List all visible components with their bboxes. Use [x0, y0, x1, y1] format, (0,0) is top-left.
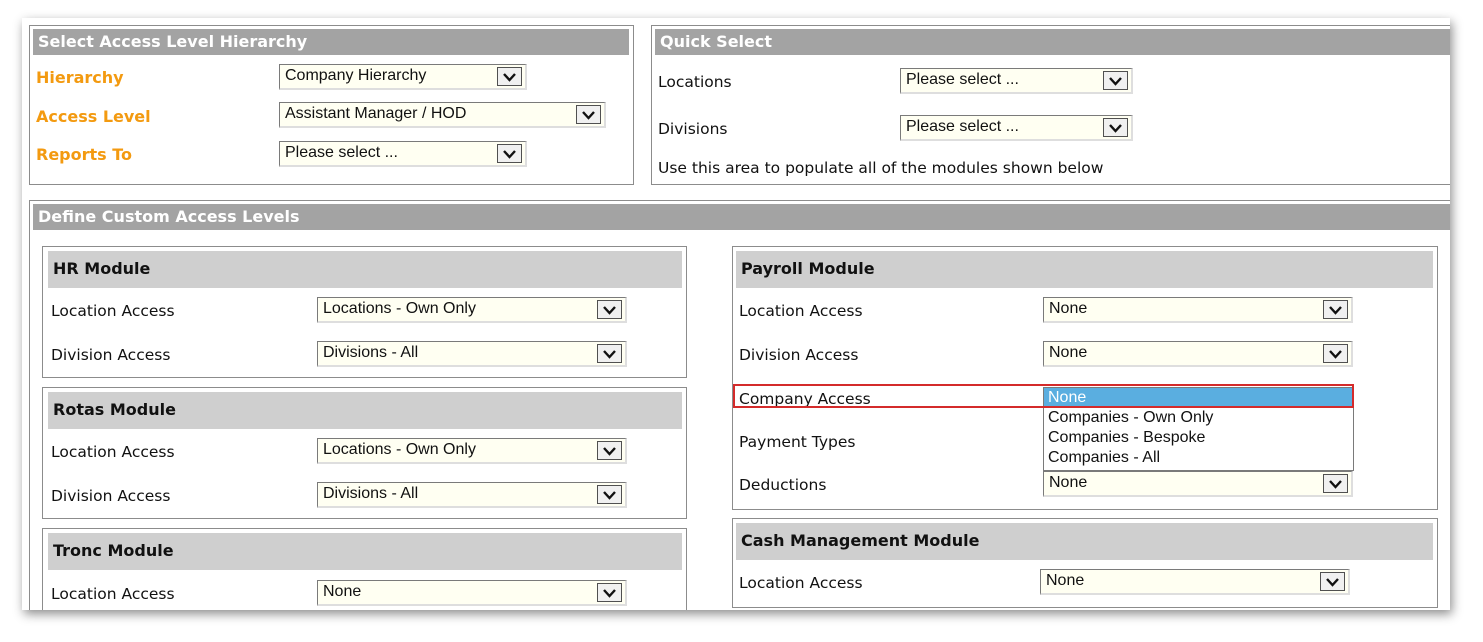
- hr-division-select[interactable]: Divisions - All: [317, 341, 627, 367]
- custom-access-header: Define Custom Access Levels: [33, 204, 1450, 230]
- access-levels-form: Select Access Level Hierarchy Hierarchy …: [22, 18, 1450, 610]
- quick-divisions-select-value: Please select ...: [906, 118, 1019, 135]
- payroll-division-label: Division Access: [739, 346, 859, 364]
- payroll-module-header: Payroll Module: [736, 251, 1433, 288]
- hr-division-label: Division Access: [51, 346, 171, 364]
- hr-location-select-value: Locations - Own Only: [323, 300, 476, 317]
- hierarchy-label: Hierarchy: [36, 68, 124, 87]
- rotas-division-select[interactable]: Divisions - All: [317, 482, 627, 508]
- hr-location-select[interactable]: Locations - Own Only: [317, 297, 627, 323]
- chevron-down-icon[interactable]: [1103, 118, 1128, 137]
- locations-label: Locations: [658, 73, 732, 91]
- hr-location-label: Location Access: [51, 302, 175, 320]
- payroll-location-label: Location Access: [739, 302, 863, 320]
- chevron-down-icon[interactable]: [1320, 572, 1345, 591]
- reports-to-label: Reports To: [36, 145, 133, 164]
- chevron-down-icon[interactable]: [597, 485, 622, 504]
- hr-module-header: HR Module: [48, 251, 682, 288]
- chevron-down-icon[interactable]: [576, 105, 601, 124]
- rotas-location-label: Location Access: [51, 443, 175, 461]
- chevron-down-icon[interactable]: [497, 144, 522, 163]
- payroll-payment-types-label: Payment Types: [739, 433, 856, 451]
- reports-to-select-value: Please select ...: [285, 144, 398, 161]
- chevron-down-icon[interactable]: [1103, 71, 1128, 90]
- company-option-all[interactable]: Companies - All: [1044, 448, 1353, 468]
- payroll-deductions-label: Deductions: [739, 476, 827, 494]
- chevron-down-icon[interactable]: [1323, 344, 1348, 363]
- chevron-down-icon[interactable]: [597, 441, 622, 460]
- access-level-select[interactable]: Assistant Manager / HOD: [279, 102, 606, 128]
- payroll-division-select-value: None: [1049, 344, 1088, 361]
- hr-division-select-value: Divisions - All: [323, 344, 419, 361]
- quick-locations-select[interactable]: Please select ...: [900, 68, 1133, 94]
- rotas-location-select[interactable]: Locations - Own Only: [317, 438, 627, 464]
- chevron-down-icon[interactable]: [597, 344, 622, 363]
- rotas-division-select-value: Divisions - All: [323, 485, 419, 502]
- tronc-location-select-value: None: [323, 583, 362, 600]
- chevron-down-icon[interactable]: [497, 67, 522, 86]
- payroll-deductions-select[interactable]: None: [1043, 471, 1353, 497]
- hierarchy-select-value: Company Hierarchy: [285, 67, 427, 84]
- rotas-location-select-value: Locations - Own Only: [323, 441, 476, 458]
- quick-select-header: Quick Select: [655, 29, 1450, 55]
- chevron-down-icon[interactable]: [597, 583, 622, 602]
- chevron-down-icon[interactable]: [1323, 300, 1348, 319]
- payroll-division-select[interactable]: None: [1043, 341, 1353, 367]
- access-level-label: Access Level: [36, 107, 151, 126]
- access-level-select-value: Assistant Manager / HOD: [285, 105, 467, 122]
- cash-location-label: Location Access: [739, 574, 863, 592]
- payroll-location-select-value: None: [1049, 300, 1088, 317]
- quick-select-hint: Use this area to populate all of the mod…: [658, 159, 1104, 177]
- rotas-division-label: Division Access: [51, 487, 171, 505]
- tronc-location-label: Location Access: [51, 585, 175, 603]
- payroll-location-select[interactable]: None: [1043, 297, 1353, 323]
- access-hierarchy-header: Select Access Level Hierarchy: [33, 29, 629, 55]
- payroll-deductions-select-value: None: [1049, 474, 1088, 491]
- quick-locations-select-value: Please select ...: [906, 71, 1019, 88]
- divisions-label: Divisions: [658, 120, 728, 138]
- reports-to-select[interactable]: Please select ...: [279, 141, 527, 167]
- cash-location-select-value: None: [1046, 572, 1085, 589]
- rotas-module-header: Rotas Module: [48, 392, 682, 429]
- tronc-location-select[interactable]: None: [317, 580, 627, 606]
- chevron-down-icon[interactable]: [1323, 474, 1348, 493]
- hierarchy-select[interactable]: Company Hierarchy: [279, 64, 527, 90]
- tronc-module-header: Tronc Module: [48, 533, 682, 570]
- quick-divisions-select[interactable]: Please select ...: [900, 115, 1133, 141]
- company-access-highlight: [733, 384, 1354, 408]
- cash-module-header: Cash Management Module: [736, 523, 1433, 560]
- company-option-bespoke[interactable]: Companies - Bespoke: [1044, 428, 1353, 448]
- company-option-own-only[interactable]: Companies - Own Only: [1044, 408, 1353, 428]
- cash-location-select[interactable]: None: [1040, 569, 1350, 595]
- chevron-down-icon[interactable]: [597, 300, 622, 319]
